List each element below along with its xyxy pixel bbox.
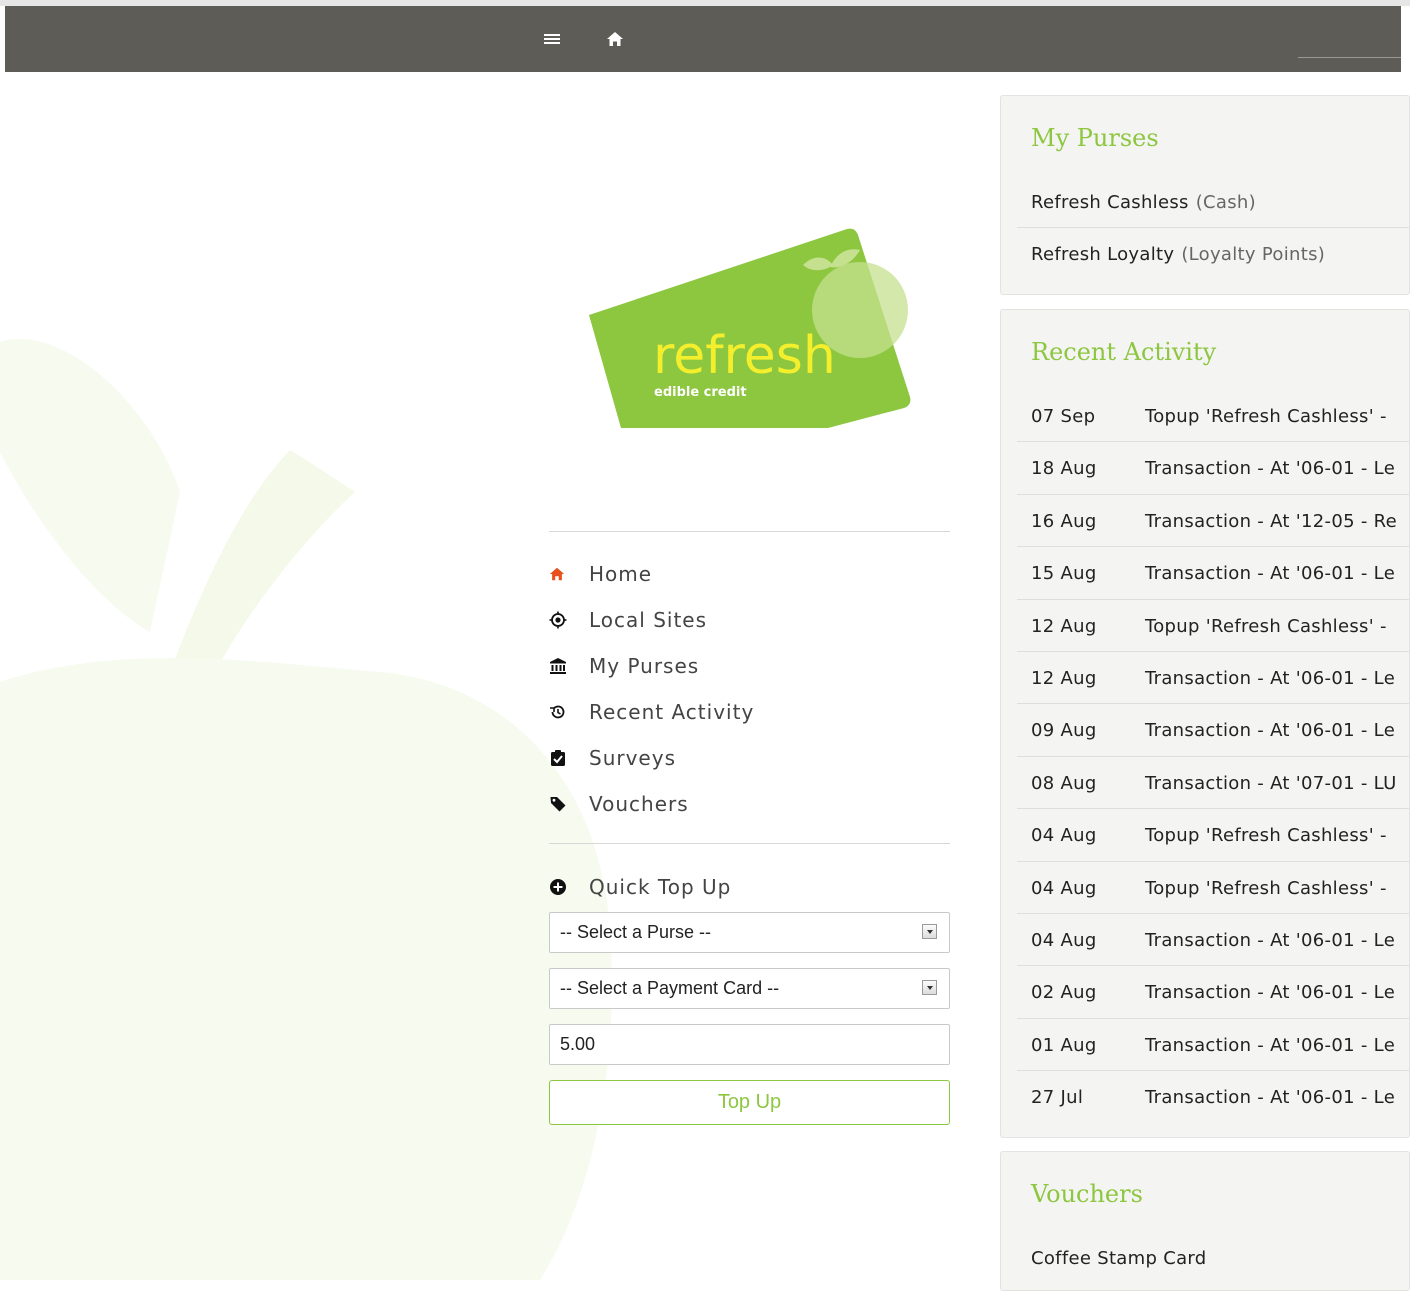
activity-date: 12 Aug [1031, 667, 1097, 689]
activity-row[interactable]: 15 Aug Transaction - At '06-01 - Le [1017, 547, 1409, 599]
activity-date: 04 Aug [1031, 824, 1097, 846]
activity-date: 04 Aug [1031, 877, 1097, 899]
amount-input[interactable]: 5.00 [549, 1024, 950, 1065]
activity-date: 18 Aug [1031, 457, 1097, 479]
activity-row[interactable]: 07 Sep Topup 'Refresh Cashless' - [1017, 390, 1409, 442]
target-icon [549, 611, 589, 629]
menu-top-divider [549, 531, 950, 532]
purse-select-value: -- Select a Purse -- [560, 922, 712, 942]
menu-item-label: Vouchers [589, 792, 689, 816]
purse-name: Refresh Loyalty [1031, 243, 1175, 265]
activity-row[interactable]: 12 Aug Transaction - At '06-01 - Le [1017, 652, 1409, 704]
activity-date: 16 Aug [1031, 510, 1097, 532]
activity-date: 12 Aug [1031, 615, 1097, 637]
purse-type: (Cash) [1195, 191, 1256, 213]
vouchers-title: Vouchers [1031, 1180, 1143, 1208]
activity-description: Topup 'Refresh Cashless' - [1145, 405, 1387, 427]
activity-row[interactable]: 04 Aug Topup 'Refresh Cashless' - [1017, 809, 1409, 861]
activity-description: Transaction - At '06-01 - Le [1145, 1086, 1396, 1108]
activity-description: Transaction - At '12-05 - Re [1145, 510, 1398, 532]
amount-input-value: 5.00 [560, 1034, 596, 1054]
activity-date: 04 Aug [1031, 929, 1097, 951]
menu-item-home[interactable]: Home [549, 551, 950, 597]
bank-icon [549, 657, 589, 675]
menu-item-label: Home [589, 562, 653, 586]
chevron-down-icon [922, 980, 937, 995]
top-up-button[interactable]: Top Up [549, 1080, 950, 1125]
menu-item-local-sites[interactable]: Local Sites [549, 597, 950, 643]
activity-description: Transaction - At '06-01 - Le [1145, 457, 1396, 479]
activity-row[interactable]: 12 Aug Topup 'Refresh Cashless' - [1017, 600, 1409, 652]
menu-item-label: Local Sites [589, 608, 708, 632]
activity-row[interactable]: 27 Jul Transaction - At '06-01 - Le [1017, 1071, 1409, 1123]
chevron-down-icon [922, 924, 937, 939]
menu-item-my-purses[interactable]: My Purses [549, 643, 950, 689]
voucher-name: Coffee Stamp Card [1031, 1247, 1207, 1269]
activity-description: Transaction - At '06-01 - Le [1145, 667, 1396, 689]
side-menu: Home Local Sites My Purses Recent Activi… [549, 551, 950, 827]
logo-tagline: edible credit [654, 385, 747, 400]
purse-select[interactable]: -- Select a Purse -- [549, 912, 950, 953]
activity-description: Transaction - At '06-01 - Le [1145, 562, 1396, 584]
vouchers-panel: Vouchers Coffee Stamp Card [1000, 1151, 1410, 1291]
activity-date: 09 Aug [1031, 719, 1097, 741]
menu-item-vouchers[interactable]: Vouchers [549, 781, 950, 827]
home-icon[interactable] [606, 30, 624, 52]
activity-row[interactable]: 02 Aug Transaction - At '06-01 - Le [1017, 966, 1409, 1018]
menu-bottom-divider [549, 843, 950, 844]
activity-row[interactable]: 18 Aug Transaction - At '06-01 - Le [1017, 442, 1409, 494]
activity-date: 08 Aug [1031, 772, 1097, 794]
recent-activity-panel: Recent Activity 07 Sep Topup 'Refresh Cas… [1000, 309, 1410, 1138]
activity-row[interactable]: 01 Aug Transaction - At '06-01 - Le [1017, 1019, 1409, 1071]
activity-description: Transaction - At '06-01 - Le [1145, 1034, 1396, 1056]
history-icon [549, 703, 589, 721]
activity-description: Transaction - At '06-01 - Le [1145, 929, 1396, 951]
menu-item-recent-activity[interactable]: Recent Activity [549, 689, 950, 735]
menu-item-surveys[interactable]: Surveys [549, 735, 950, 781]
activity-row[interactable]: 04 Aug Transaction - At '06-01 - Le [1017, 914, 1409, 966]
payment-card-select-value: -- Select a Payment Card -- [560, 978, 780, 998]
activity-date: 15 Aug [1031, 562, 1097, 584]
activity-row[interactable]: 08 Aug Transaction - At '07-01 - LU [1017, 757, 1409, 809]
activity-date: 01 Aug [1031, 1034, 1097, 1056]
refresh-logo-card: refresh edible credit [585, 225, 915, 435]
tag-icon [549, 795, 589, 813]
purse-item[interactable]: Refresh Loyalty (Loyalty Points) [1017, 228, 1409, 280]
plus-circle-icon [549, 878, 589, 896]
activity-description: Transaction - At '06-01 - Le [1145, 981, 1396, 1003]
clipboard-check-icon [549, 749, 589, 767]
activity-description: Topup 'Refresh Cashless' - [1145, 877, 1387, 899]
activity-date: 02 Aug [1031, 981, 1097, 1003]
navbar-search-underline [1298, 57, 1401, 58]
home-icon [549, 566, 589, 582]
logo-wordmark: refresh [653, 326, 836, 386]
activity-description: Transaction - At '06-01 - Le [1145, 719, 1396, 741]
top-navbar [5, 6, 1401, 72]
activity-row[interactable]: 09 Aug Transaction - At '06-01 - Le [1017, 704, 1409, 756]
recent-activity-title: Recent Activity [1031, 338, 1217, 366]
purse-item[interactable]: Refresh Cashless (Cash) [1017, 176, 1409, 228]
quick-top-up-heading: Quick Top Up [549, 871, 731, 903]
menu-item-label: Recent Activity [589, 700, 755, 724]
quick-top-up-title: Quick Top Up [589, 875, 732, 899]
activity-description: Transaction - At '07-01 - LU [1145, 772, 1397, 794]
activity-description: Topup 'Refresh Cashless' - [1145, 824, 1387, 846]
my-purses-panel: My Purses Refresh Cashless (Cash) Refres… [1000, 95, 1410, 295]
purse-name: Refresh Cashless [1031, 191, 1189, 213]
my-purses-title: My Purses [1031, 124, 1159, 152]
hamburger-icon[interactable] [543, 30, 561, 52]
menu-item-label: My Purses [589, 654, 700, 678]
activity-description: Topup 'Refresh Cashless' - [1145, 615, 1387, 637]
purse-type: (Loyalty Points) [1181, 243, 1326, 265]
activity-date: 27 Jul [1031, 1086, 1084, 1108]
activity-row[interactable]: 04 Aug Topup 'Refresh Cashless' - [1017, 862, 1409, 914]
activity-row[interactable]: 16 Aug Transaction - At '12-05 - Re [1017, 495, 1409, 547]
activity-date: 07 Sep [1031, 405, 1096, 427]
apple-watermark-image [0, 72, 620, 1280]
voucher-item[interactable]: Coffee Stamp Card [1017, 1232, 1409, 1284]
payment-card-select[interactable]: -- Select a Payment Card -- [549, 968, 950, 1009]
menu-item-label: Surveys [589, 746, 676, 770]
